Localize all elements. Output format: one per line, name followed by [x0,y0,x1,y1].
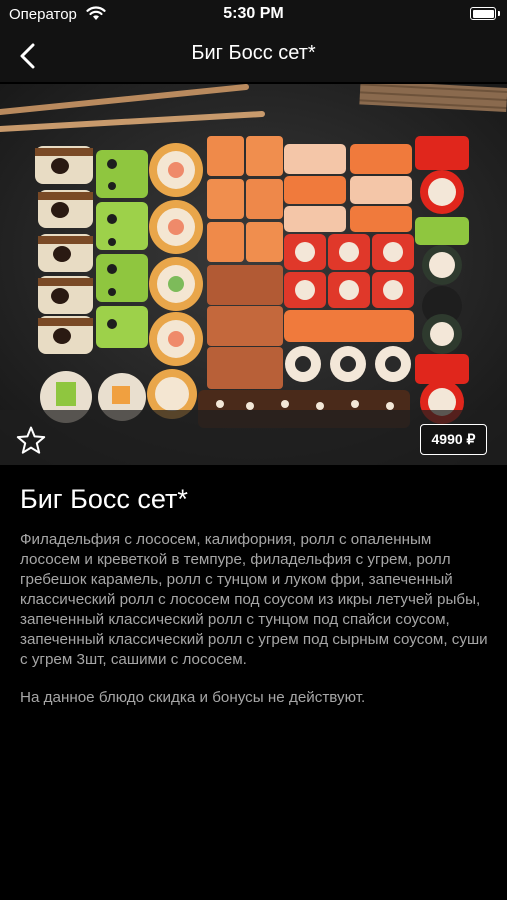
nav-bar: Биг Босс сет* [0,30,507,82]
price-badge: 4990 ₽ [420,424,487,455]
star-outline-icon [16,426,46,454]
back-button[interactable] [10,38,46,74]
product-title: Биг Босс сет* [20,484,188,514]
product-note: На данное блюдо скидка и бонусы не дейст… [20,689,366,706]
clock: 5:30 PM [223,5,284,22]
favorite-button[interactable] [14,424,48,458]
nav-title: Биг Босс сет* [191,42,316,64]
sushi-set-illustration [0,84,507,465]
product-image [0,84,507,465]
status-bar: Оператор 5:30 PM [0,0,507,30]
product-description: Филадельфия с лососем, калифорния, ролл … [20,531,488,668]
battery-icon [470,7,496,20]
chevron-left-icon [20,43,35,69]
battery-tip [498,11,500,16]
